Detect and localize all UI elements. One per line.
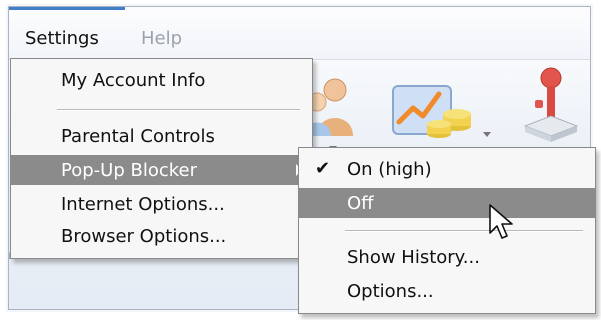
menu-settings-label: Settings [25,28,99,49]
joystick-icon[interactable] [521,66,581,148]
menu-item-parental-controls[interactable]: Parental Controls [11,121,312,151]
menu-item-browser-options[interactable]: Browser Options... [11,221,312,251]
menu-settings[interactable]: Settings [25,28,99,49]
menu-item-label: Browser Options... [61,226,227,247]
menu-separator [57,109,300,111]
settings-menu: My Account Info Parental Controls Pop-Up… [10,58,313,259]
chart-dropdown-icon[interactable] [483,132,491,137]
menu-item-label: Parental Controls [61,126,215,147]
menu-bar: Settings Help [9,7,590,60]
mouse-cursor-icon [489,204,513,239]
menu-item-label: Pop-Up Blocker [61,160,197,181]
submenu-item-on-high[interactable]: ✔ On (high) [299,154,595,184]
menu-item-pop-up-blocker[interactable]: Pop-Up Blocker [11,155,312,185]
submenu-item-label: Show History... [347,247,480,268]
menu-item-internet-options[interactable]: Internet Options... [11,189,312,219]
menu-help[interactable]: Help [141,28,182,49]
popup-blocker-submenu: ✔ On (high) Off Show History... Options.… [298,147,596,314]
chart-icon[interactable] [389,78,479,144]
menu-item-my-account-info[interactable]: My Account Info [11,65,312,95]
submenu-item-show-history[interactable]: Show History... [299,242,595,272]
menu-item-label: Internet Options... [61,194,225,215]
menu-separator [345,230,583,232]
submenu-item-label: Options... [347,281,434,302]
submenu-item-off[interactable]: Off [299,188,595,218]
submenu-item-label: On (high) [347,159,432,180]
active-menu-accent [9,7,125,10]
menu-item-label: My Account Info [61,70,206,91]
submenu-item-options[interactable]: Options... [299,276,595,306]
menu-help-label: Help [141,28,183,49]
submenu-item-label: Off [347,193,374,214]
checkmark-icon: ✔ [315,158,331,179]
